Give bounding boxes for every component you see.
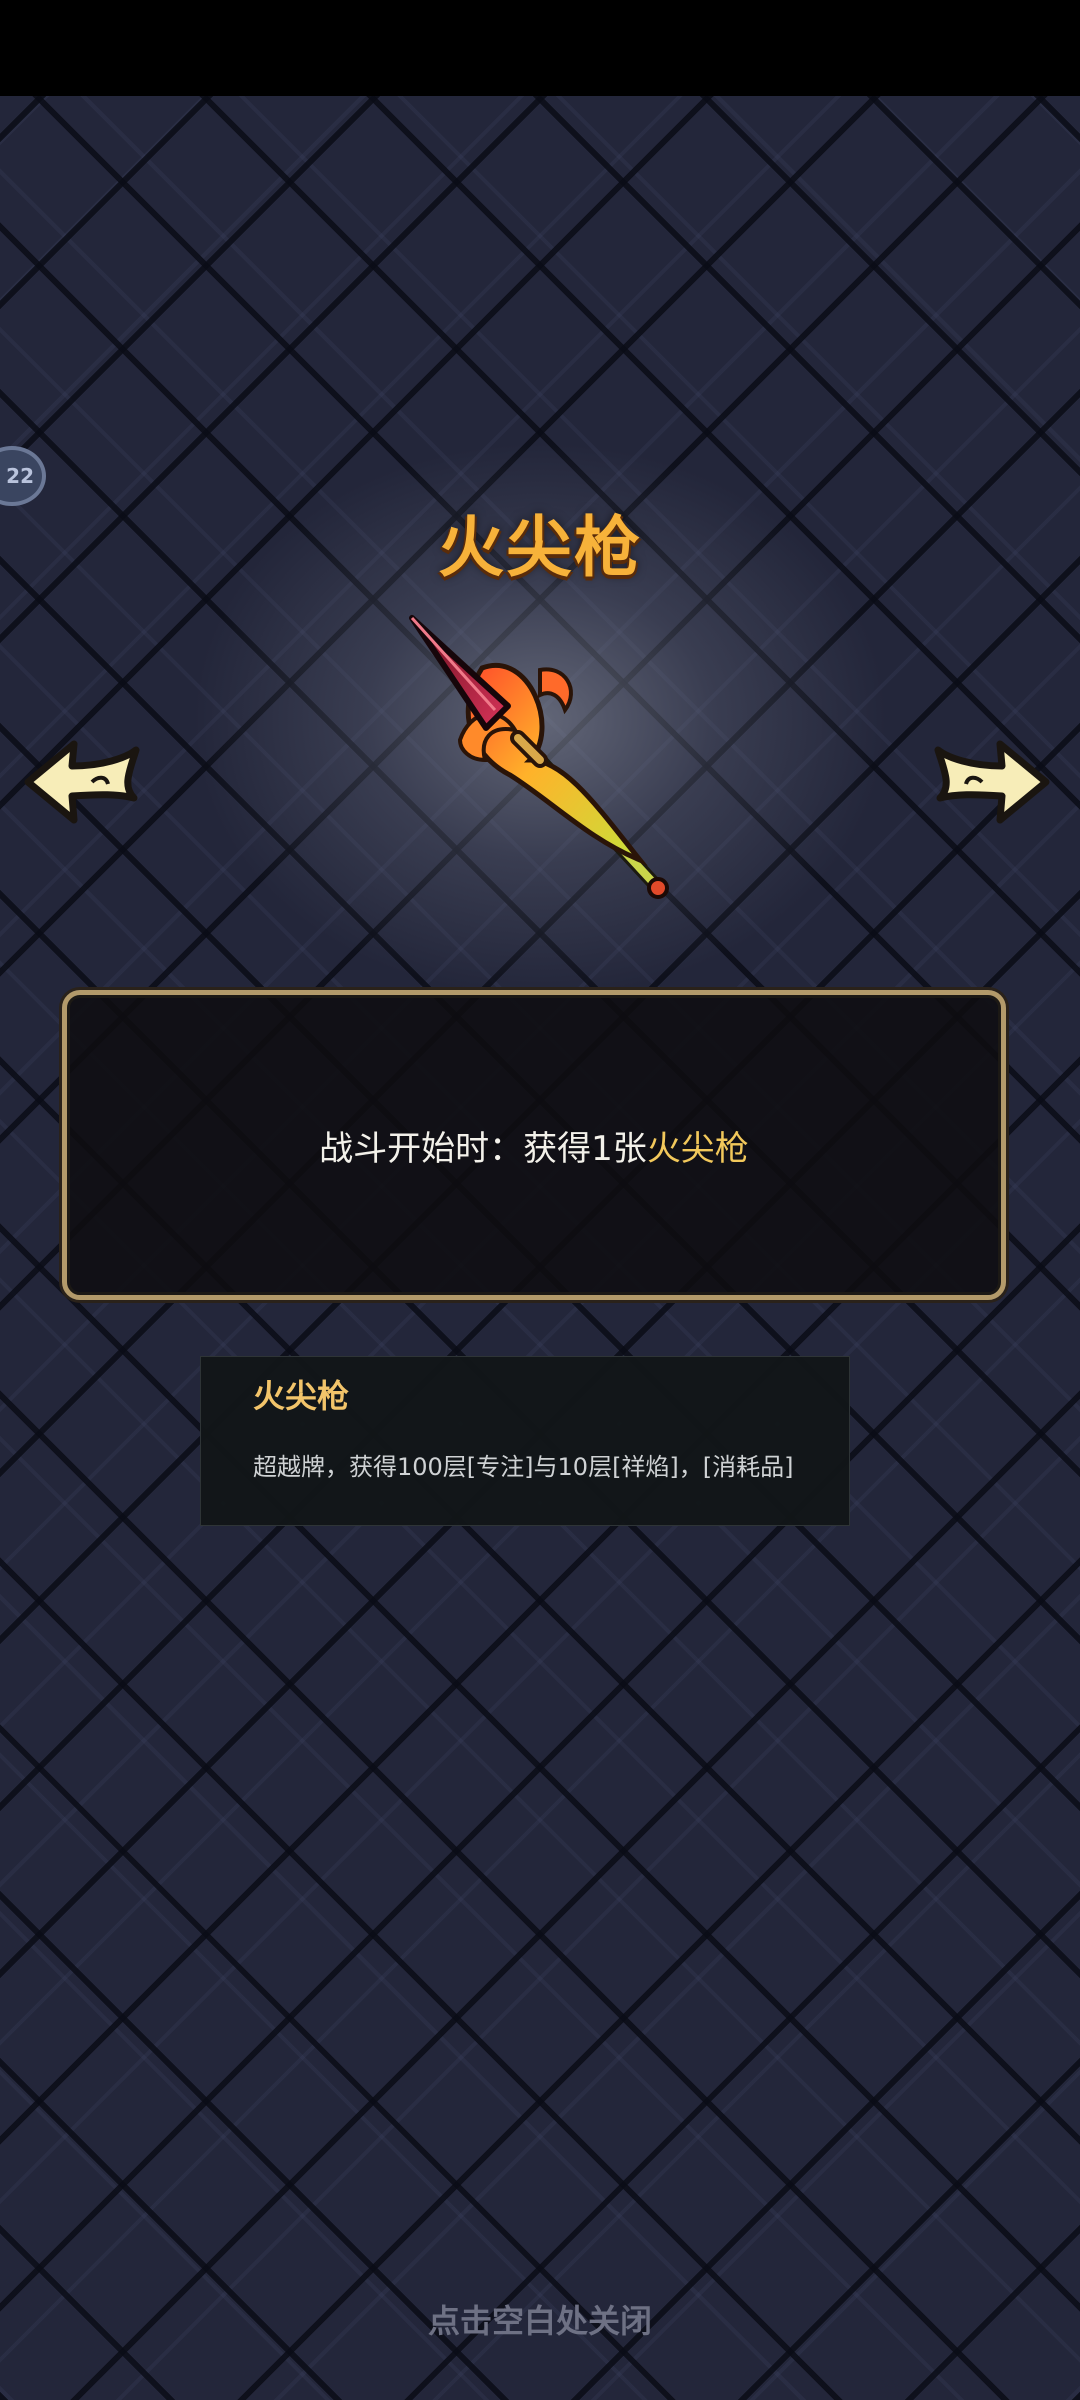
description-card-name: 火尖枪 xyxy=(646,1128,749,1169)
next-item-button[interactable] xyxy=(932,736,1052,828)
status-bar xyxy=(0,0,1080,96)
description-text: 战斗开始时：获得1张火尖枪 xyxy=(319,1121,749,1170)
description-prefix: 战斗开始时：获得1张 xyxy=(319,1128,647,1169)
close-hint[interactable]: 点击空白处关闭 xyxy=(0,2296,1080,2342)
tooltip-text: 超越牌，获得100层[专注]与10层[祥焰]，[消耗品] xyxy=(253,1453,794,1481)
right-arrow-icon xyxy=(934,740,1050,824)
side-badge-label: 22 xyxy=(6,464,34,488)
item-title: 火尖枪 xyxy=(438,509,642,586)
tooltip-title: 火尖枪 xyxy=(253,1377,350,1415)
description-panel: 战斗开始时：获得1张火尖枪 xyxy=(62,990,1006,1300)
fire-tipped-spear-icon xyxy=(390,610,700,910)
left-arrow-icon xyxy=(24,740,140,824)
previous-item-button[interactable] xyxy=(22,736,142,828)
card-tooltip: 火尖枪 超越牌，获得100层[专注]与10层[祥焰]，[消耗品] xyxy=(200,1356,850,1526)
